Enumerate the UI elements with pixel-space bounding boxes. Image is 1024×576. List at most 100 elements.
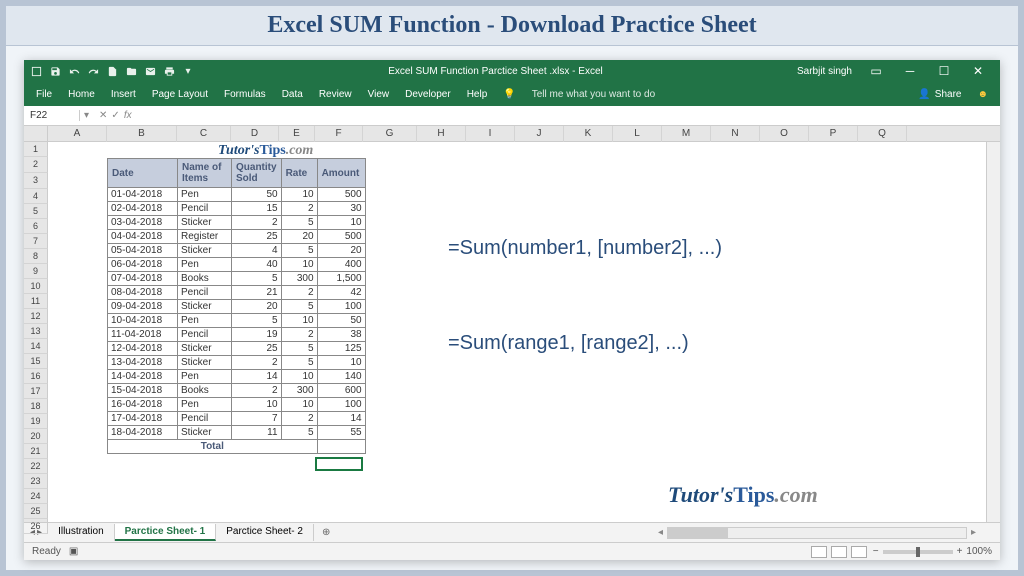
- cell[interactable]: 100: [317, 300, 365, 314]
- cell[interactable]: Pencil: [178, 202, 232, 216]
- cell[interactable]: 14: [317, 412, 365, 426]
- cell[interactable]: Pen: [178, 398, 232, 412]
- page-break-view-icon[interactable]: [851, 546, 867, 558]
- tab-file[interactable]: File: [36, 89, 52, 100]
- cell[interactable]: Pen: [178, 370, 232, 384]
- cell[interactable]: 08-04-2018: [108, 286, 178, 300]
- tab-data[interactable]: Data: [282, 89, 303, 100]
- cell[interactable]: 10: [281, 258, 317, 272]
- normal-view-icon[interactable]: [811, 546, 827, 558]
- cell[interactable]: 20: [317, 244, 365, 258]
- row-header-12[interactable]: 12: [24, 309, 48, 324]
- row-header-15[interactable]: 15: [24, 354, 48, 369]
- cell[interactable]: 03-04-2018: [108, 216, 178, 230]
- total-amount-cell[interactable]: [317, 440, 365, 454]
- cell[interactable]: 20: [232, 300, 282, 314]
- row-header-11[interactable]: 11: [24, 294, 48, 309]
- zoom-in-icon[interactable]: +: [957, 546, 963, 557]
- cells-area[interactable]: Tutor'sTips.com DateName of ItemsQuantit…: [48, 142, 1000, 522]
- cell[interactable]: Pencil: [178, 328, 232, 342]
- cell[interactable]: 14-04-2018: [108, 370, 178, 384]
- enter-icon[interactable]: ✓: [111, 110, 119, 121]
- cell[interactable]: 11-04-2018: [108, 328, 178, 342]
- col-header-G[interactable]: G: [363, 126, 417, 142]
- col-header-O[interactable]: O: [760, 126, 809, 142]
- page-layout-view-icon[interactable]: [831, 546, 847, 558]
- row-header-23[interactable]: 23: [24, 474, 48, 489]
- cell[interactable]: 05-04-2018: [108, 244, 178, 258]
- cell[interactable]: 15-04-2018: [108, 384, 178, 398]
- cell[interactable]: Sticker: [178, 426, 232, 440]
- col-header-A[interactable]: A: [48, 126, 107, 142]
- cell[interactable]: 38: [317, 328, 365, 342]
- cell[interactable]: 5: [281, 342, 317, 356]
- cell[interactable]: 140: [317, 370, 365, 384]
- row-header-20[interactable]: 20: [24, 429, 48, 444]
- cell[interactable]: 5: [281, 216, 317, 230]
- col-header-I[interactable]: I: [466, 126, 515, 142]
- col-header-C[interactable]: C: [177, 126, 231, 142]
- row-header-24[interactable]: 24: [24, 489, 48, 504]
- row-header-9[interactable]: 9: [24, 264, 48, 279]
- add-sheet-icon[interactable]: ⊕: [314, 527, 338, 538]
- cell[interactable]: 2: [281, 328, 317, 342]
- minimize-icon[interactable]: ─: [894, 64, 926, 78]
- col-header-E[interactable]: E: [279, 126, 315, 142]
- row-header-16[interactable]: 16: [24, 369, 48, 384]
- tell-me-icon[interactable]: 💡: [503, 89, 515, 100]
- user-name[interactable]: Sarbjit singh: [797, 66, 852, 77]
- cell[interactable]: 04-04-2018: [108, 230, 178, 244]
- row-header-26[interactable]: 26: [24, 519, 48, 534]
- cell[interactable]: 10: [317, 216, 365, 230]
- cell[interactable]: 55: [317, 426, 365, 440]
- row-header-6[interactable]: 6: [24, 219, 48, 234]
- cell[interactable]: 12-04-2018: [108, 342, 178, 356]
- fx-icon[interactable]: fx: [124, 110, 132, 121]
- row-header-19[interactable]: 19: [24, 414, 48, 429]
- cell[interactable]: 100: [317, 398, 365, 412]
- cell[interactable]: 16-04-2018: [108, 398, 178, 412]
- maximize-icon[interactable]: ☐: [928, 64, 960, 78]
- cell[interactable]: Register: [178, 230, 232, 244]
- cell[interactable]: Pen: [178, 258, 232, 272]
- zoom-level[interactable]: 100%: [966, 546, 992, 557]
- hscroll-right-icon[interactable]: ▸: [967, 527, 980, 539]
- macro-record-icon[interactable]: ▣: [69, 546, 78, 557]
- row-header-10[interactable]: 10: [24, 279, 48, 294]
- cell[interactable]: 5: [281, 244, 317, 258]
- cell[interactable]: 1,500: [317, 272, 365, 286]
- cell[interactable]: 17-04-2018: [108, 412, 178, 426]
- cell[interactable]: 40: [232, 258, 282, 272]
- cell[interactable]: 5: [281, 426, 317, 440]
- close-icon[interactable]: ✕: [962, 64, 994, 78]
- cell[interactable]: 400: [317, 258, 365, 272]
- cell[interactable]: 30: [317, 202, 365, 216]
- cell[interactable]: 50: [317, 314, 365, 328]
- col-header-K[interactable]: K: [564, 126, 613, 142]
- tab-insert[interactable]: Insert: [111, 89, 136, 100]
- cell[interactable]: 2: [281, 286, 317, 300]
- zoom-slider[interactable]: [883, 550, 953, 554]
- col-header-N[interactable]: N: [711, 126, 760, 142]
- cell[interactable]: Pen: [178, 188, 232, 202]
- row-header-7[interactable]: 7: [24, 234, 48, 249]
- cell[interactable]: Pencil: [178, 286, 232, 300]
- cell[interactable]: 10: [317, 356, 365, 370]
- cell[interactable]: 10: [281, 370, 317, 384]
- cell[interactable]: 5: [232, 272, 282, 286]
- cell[interactable]: 2: [281, 202, 317, 216]
- cell[interactable]: 18-04-2018: [108, 426, 178, 440]
- new-icon[interactable]: [106, 65, 118, 77]
- tab-review[interactable]: Review: [319, 89, 352, 100]
- cell[interactable]: 500: [317, 230, 365, 244]
- name-box[interactable]: F22: [24, 110, 80, 121]
- col-header-L[interactable]: L: [613, 126, 662, 142]
- cell[interactable]: 01-04-2018: [108, 188, 178, 202]
- tab-help[interactable]: Help: [467, 89, 488, 100]
- cell[interactable]: 19: [232, 328, 282, 342]
- redo-icon[interactable]: [87, 65, 99, 77]
- cell[interactable]: 42: [317, 286, 365, 300]
- row-header-22[interactable]: 22: [24, 459, 48, 474]
- cell[interactable]: Sticker: [178, 216, 232, 230]
- row-header-8[interactable]: 8: [24, 249, 48, 264]
